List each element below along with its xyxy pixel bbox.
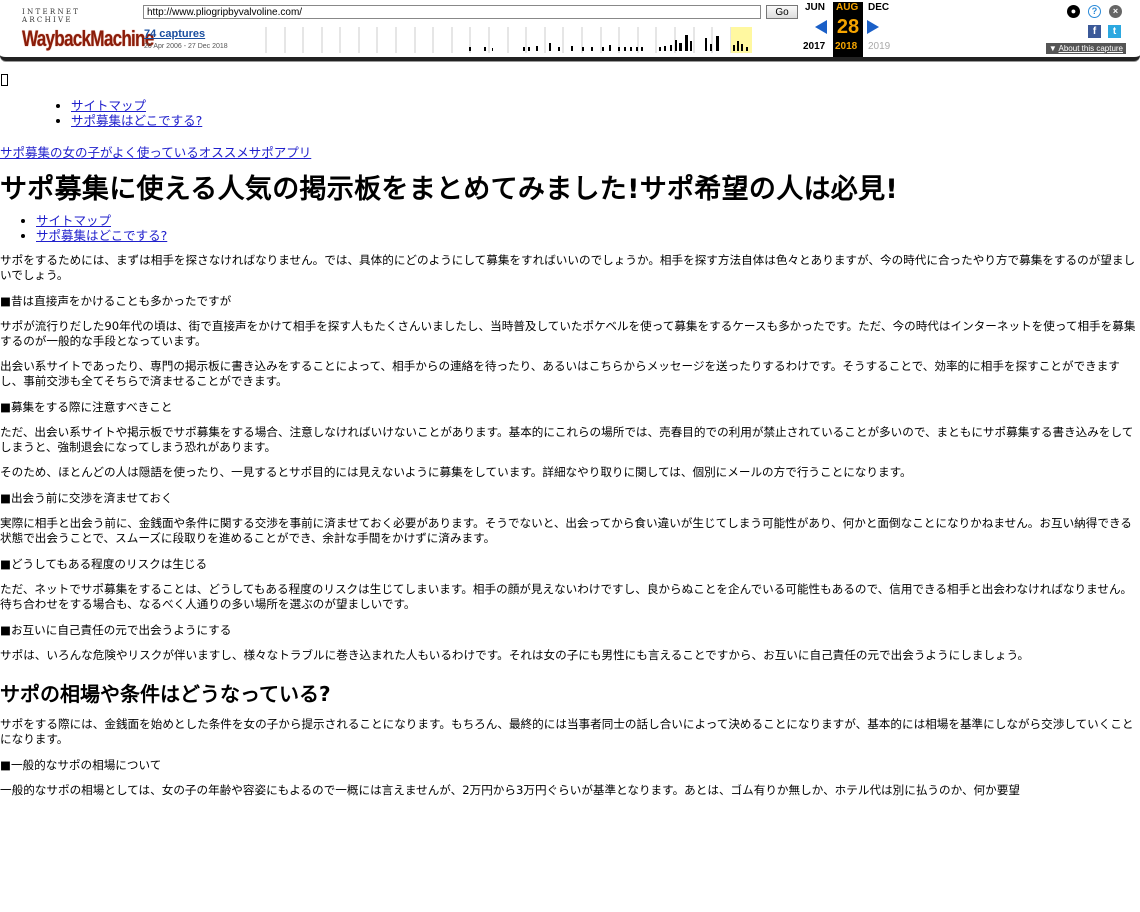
current-day-label: 28 [836, 16, 860, 38]
help-icon[interactable]: ? [1088, 5, 1101, 18]
paragraph: サポは、いろんな危険やリスクが伴いますし、様々なトラブルに巻き込まれた人もいるわ… [0, 648, 1030, 662]
content-nav-list: サイトマップ サポ募集はどこでする? [0, 213, 1140, 243]
section-subheading: ■出会う前に交渉を済ませておく [0, 491, 173, 505]
wayback-machine-wordmark: WaybackMachine [22, 26, 154, 51]
captures-link[interactable]: 74 captures [144, 28, 205, 40]
current-month-label: AUG [836, 2, 859, 13]
sparkline-bars [469, 35, 748, 51]
twitter-share-icon[interactable]: t [1108, 25, 1121, 38]
nav-link-sitemap[interactable]: サイトマップ [36, 213, 111, 228]
page-title: サポ募集に使える人気の掲示板をまとめてみました!サポ希望の人は必見! [0, 174, 899, 205]
capture-date-range: 20 Apr 2006 - 27 Dec 2018 [144, 43, 228, 50]
next-year-label: 2019 [868, 41, 891, 52]
site-link-row: サポ募集の女の子がよく使っているオススメサポアプリ [0, 142, 1140, 161]
nav-item-sapo-where: サポ募集はどこでする? [71, 113, 1140, 128]
nav-item-sitemap: サイトマップ [71, 98, 1140, 113]
sparkline-year-dividers [265, 27, 732, 53]
top-nav-list: サイトマップ サポ募集はどこでする? [0, 98, 1140, 128]
facebook-share-icon[interactable]: f [1088, 25, 1101, 38]
account-icon[interactable]: ● [1067, 5, 1080, 18]
broken-image-icon [0, 72, 1140, 86]
prev-capture-arrow-icon[interactable] [815, 20, 827, 34]
section-subheading: ■昔は直接声をかけることも多かったですが [0, 294, 232, 308]
nav-link-sitemap[interactable]: サイトマップ [71, 98, 146, 113]
prev-month-link[interactable]: JUN [805, 2, 825, 13]
wayback-logo[interactable]: INTERNET ARCHIVE WaybackMachine [22, 8, 154, 51]
section-subheading: ■お互いに自己責任の元で出会うようにする [0, 623, 232, 637]
go-button[interactable]: Go [766, 5, 798, 19]
calendar-nav: JUN AUG DEC 28 2017 2018 2019 [803, 2, 898, 57]
next-month-link[interactable]: DEC [868, 2, 889, 13]
prev-year-link[interactable]: 2017 [803, 41, 825, 52]
wayback-url-input[interactable] [143, 5, 761, 19]
dropdown-triangle-icon: ▼ [1048, 44, 1059, 53]
paragraph: 一般的なサポの相場としては、女の子の年齢や容姿にもよるので一概には言えませんが、… [0, 783, 1020, 797]
section-heading: サポの相場や条件はどうなっている? [0, 682, 331, 706]
section-subheading: ■募集をする際に注意すべきこと [0, 400, 173, 414]
nav-item-sitemap: サイトマップ [36, 213, 1140, 228]
paragraph: そのため、ほとんどの人は隠語を使ったり、一見するとサポ目的には見えないように募集… [0, 465, 912, 479]
paragraph: 出会い系サイトであったり、専門の掲示板に書き込みをすることによって、相手からの連… [0, 359, 1120, 388]
nav-link-sapo-where[interactable]: サポ募集はどこでする? [71, 113, 202, 128]
paragraph: サポが流行りだした90年代の頃は、街で直接声をかけて相手を探す人もたくさんいまし… [0, 319, 1136, 348]
internet-archive-label: INTERNET ARCHIVE [22, 8, 81, 24]
toolbar-icons: ● ? × f t ▼ About this capture [1016, 5, 1126, 55]
next-capture-arrow-icon[interactable] [867, 20, 879, 34]
nav-item-sapo-where: サポ募集はどこでする? [36, 228, 1140, 243]
capture-sparkline[interactable] [240, 27, 800, 53]
site-home-link[interactable]: サポ募集の女の子がよく使っているオススメサポアプリ [0, 145, 311, 160]
current-year-label: 2018 [835, 41, 858, 52]
page-content: サイトマップ サポ募集はどこでする? サポ募集の女の子がよく使っているオススメサ… [0, 72, 1140, 798]
paragraph: 実際に相手と出会う前に、金銭面や条件に関する交渉を事前に済ませておく必要がありま… [0, 516, 1132, 545]
paragraph: サポをする際には、金銭面を始めとした条件を女の子から提示されることになります。も… [0, 717, 1134, 746]
nav-link-sapo-where[interactable]: サポ募集はどこでする? [36, 228, 167, 243]
section-subheading: ■一般的なサポの相場について [0, 758, 162, 772]
close-icon[interactable]: × [1109, 5, 1122, 18]
paragraph: サポをするためには、まずは相手を探さなければなりません。では、具体的にどのように… [0, 253, 1136, 282]
wayback-toolbar: INTERNET ARCHIVE WaybackMachine Go 74 ca… [0, 0, 1140, 61]
about-capture-label: About this capture [1058, 44, 1123, 53]
paragraph: ただ、ネットでサポ募集をすることは、どうしてもある程度のリスクは生じてしまいます… [0, 582, 1133, 611]
about-capture-button[interactable]: ▼ About this capture [1045, 43, 1126, 54]
section-subheading: ■どうしてもある程度のリスクは生じる [0, 557, 208, 571]
paragraph: ただ、出会い系サイトや掲示板でサポ募集をする場合、注意しなければいけないことがあ… [0, 425, 1134, 454]
